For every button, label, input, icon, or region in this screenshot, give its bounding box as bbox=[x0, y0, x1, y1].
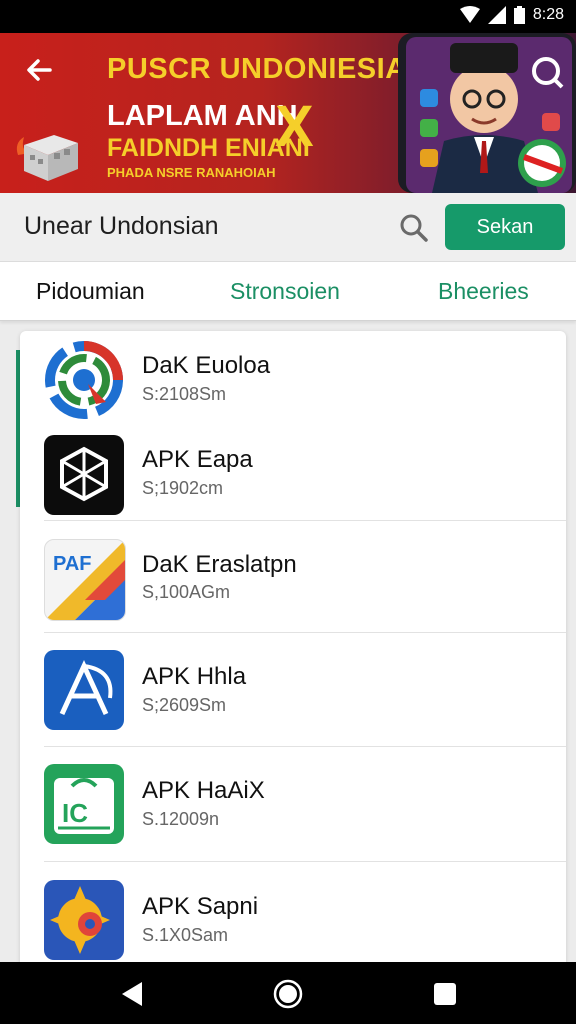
status-icons: 8:28 bbox=[459, 6, 564, 24]
app-size: S:2108Sm bbox=[142, 384, 227, 404]
app-icon-cube bbox=[44, 435, 124, 515]
app-size: S.12009n bbox=[142, 809, 220, 829]
list-item[interactable]: DaK Euoloa S:2108Sm bbox=[20, 331, 566, 426]
battery-icon bbox=[513, 6, 525, 24]
app-name: DaK Euoloa bbox=[142, 352, 271, 379]
app-name: APK Sapni bbox=[142, 893, 259, 920]
banner-line-1: LAPLAM ANH bbox=[107, 100, 298, 132]
app-name: APK Hhla bbox=[142, 663, 247, 690]
app-size: S.1X0Sam bbox=[142, 925, 229, 945]
app-icon-letter-a bbox=[44, 650, 124, 730]
app-size: S,100AGm bbox=[142, 582, 231, 602]
banner-line-3: PHADA NSRE RANAHOIAH bbox=[107, 165, 276, 180]
svg-text:IC: IC bbox=[62, 798, 88, 828]
list-item[interactable]: APK Sapni S.1X0Sam bbox=[20, 862, 566, 971]
banner-headline: PUSCR UNDONIESIA bbox=[107, 53, 407, 85]
category-tabs: Pidoumian Stronsoien Bheeries bbox=[0, 262, 576, 321]
signal-icon bbox=[487, 6, 506, 24]
promo-banner[interactable]: PUSCR UNDONIESIA LAPLAM ANH FAIDNDH ENIA… bbox=[0, 33, 576, 193]
list-item[interactable]: PAF DaK Eraslatpn S,100AGm bbox=[20, 521, 566, 632]
app-icon-refresh bbox=[44, 340, 124, 420]
nav-recent-apps-icon[interactable] bbox=[433, 982, 457, 1006]
list-item[interactable]: APK Hhla S;2609Sm bbox=[20, 633, 566, 746]
nav-back-icon[interactable] bbox=[118, 980, 146, 1008]
app-list: DaK Euoloa S:2108Sm APK Eapa S;1902cm PA… bbox=[20, 331, 566, 971]
package-box-icon bbox=[16, 135, 78, 181]
search-icon[interactable] bbox=[398, 212, 430, 244]
list-item[interactable]: APK Eapa S;1902cm bbox=[20, 426, 566, 520]
tab-3[interactable]: Bheeries bbox=[438, 278, 529, 305]
app-size: S;1902cm bbox=[142, 478, 224, 498]
app-size: S;2609Sm bbox=[142, 695, 227, 715]
list-item[interactable]: IC APK HaAiX S.12009n bbox=[20, 747, 566, 861]
app-name: DaK Eraslatpn bbox=[142, 551, 297, 578]
wifi-icon bbox=[459, 6, 480, 23]
app-name: APK HaAiX bbox=[142, 777, 265, 804]
app-name: APK Eapa bbox=[142, 446, 253, 473]
app-icon-green-building: IC bbox=[44, 764, 124, 844]
banner-x-mark: X bbox=[275, 94, 314, 159]
search-input[interactable] bbox=[24, 212, 384, 241]
app-icon-sun bbox=[44, 880, 124, 960]
back-arrow-icon[interactable] bbox=[22, 53, 56, 87]
nav-home-icon[interactable] bbox=[273, 979, 303, 1009]
status-time: 8:28 bbox=[532, 6, 564, 23]
tab-1[interactable]: Pidoumian bbox=[36, 278, 145, 305]
svg-text:PAF: PAF bbox=[53, 553, 92, 575]
search-button[interactable]: Sekan bbox=[445, 204, 565, 250]
status-bar: 8:28 bbox=[0, 0, 576, 33]
tab-2[interactable]: Stronsoien bbox=[230, 278, 340, 305]
banner-phone-illustration bbox=[398, 33, 576, 193]
app-icon-colorful: PAF bbox=[44, 539, 126, 621]
